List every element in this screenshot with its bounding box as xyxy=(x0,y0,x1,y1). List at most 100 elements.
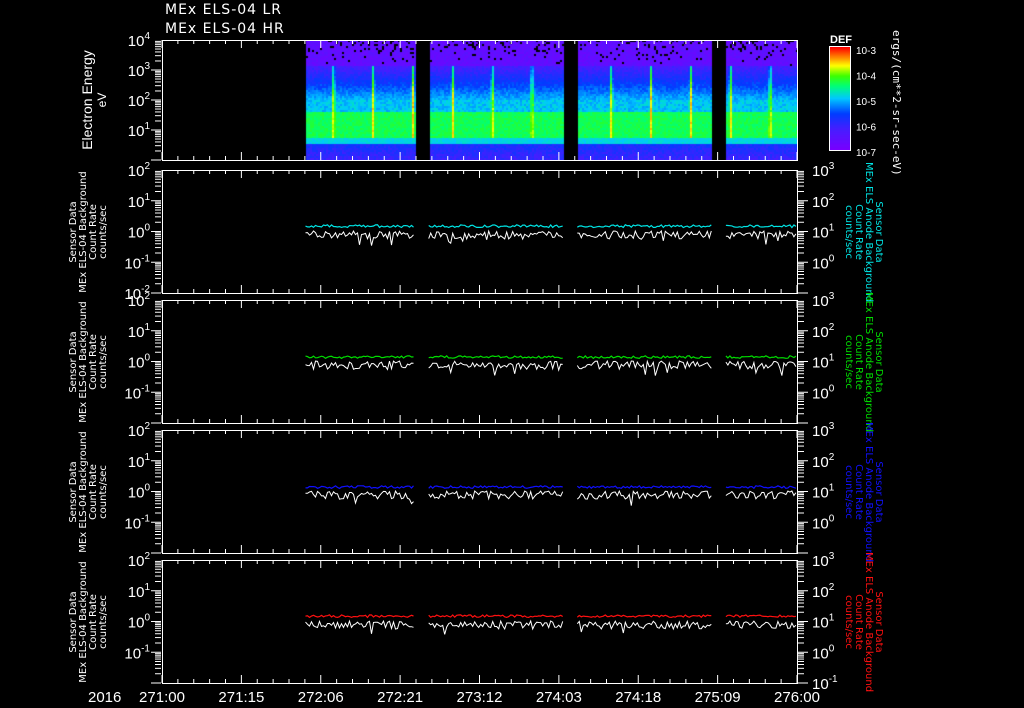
plot-window: MEx ELS-04 LR MEx ELS-04 HR DEF 10-3 10-4 1… xyxy=(0,0,1024,708)
colorbar-tick-label: 10-6 xyxy=(856,123,876,134)
panel-cyan-white-series xyxy=(428,229,564,245)
panel-green-green-series xyxy=(428,354,563,359)
panel-cyan-frame xyxy=(162,170,798,294)
panel-cyan-right-label: 103 xyxy=(812,161,835,180)
panel-cyan-white-series xyxy=(305,230,414,246)
panel-blue-left-label: 100 xyxy=(128,483,151,502)
year-label: 2016 xyxy=(88,689,121,706)
panel-cyan-left-label: 101 xyxy=(128,192,151,211)
panel-blue-left-label: 101 xyxy=(128,452,151,471)
panel-green-green-series xyxy=(305,355,414,360)
panel-red-white-series xyxy=(576,619,712,634)
panel-cyan-left-label: 10-1 xyxy=(124,253,150,272)
panel-green-white-series xyxy=(725,360,797,376)
x-tick-label: 276:00 xyxy=(774,689,820,706)
colorbar-frame xyxy=(829,46,851,151)
panel-cyan-right-label: 102 xyxy=(812,192,835,211)
x-tick-label: 274:03 xyxy=(536,689,582,706)
x-tick-label: 272:21 xyxy=(377,689,423,706)
panel-cyan-cyan-series xyxy=(577,224,712,229)
spectrogram-ylabel: Electron Energy xyxy=(79,50,95,150)
panel-green-white-series xyxy=(576,359,712,376)
panel-red-red-series xyxy=(428,614,564,619)
panel-green-white-series xyxy=(428,360,563,376)
colorbar-tick-label: 10-4 xyxy=(856,72,876,83)
x-tick-label: 274:18 xyxy=(615,689,661,706)
panel-red-right-label: 100 xyxy=(812,643,835,662)
panel-blue-white-series xyxy=(576,489,712,506)
panel-blue-right-label: 101 xyxy=(812,483,835,502)
x-tick-label: 272:06 xyxy=(298,689,344,706)
panel-green-green-series xyxy=(725,354,797,359)
colorbar-tick-label: 10-5 xyxy=(856,97,876,108)
panel-red-white-series xyxy=(428,619,564,635)
panel-cyan-left-axis-label: counts/sec xyxy=(98,205,109,259)
panel-green-left-label: 101 xyxy=(128,322,151,341)
panel-red-frame xyxy=(162,560,798,684)
panel-red-left-label: 10-1 xyxy=(124,643,150,662)
plot-axes: DEF 10-3 10-4 10-5 10-6 10-7 ergs/(cm**2-sr-se… xyxy=(68,30,903,706)
panel-cyan-right-label: 101 xyxy=(812,223,835,242)
panel-red-right-label: 101 xyxy=(812,613,835,632)
panel-red-white-series xyxy=(305,619,414,634)
spectrogram-y-label: 101 xyxy=(128,121,151,140)
panel-blue-blue-series xyxy=(725,485,797,490)
panel-red-left-label: 101 xyxy=(128,582,151,601)
panel-blue-left-axis-label: counts/sec xyxy=(98,465,109,519)
panel-red-right-label: 103 xyxy=(812,551,835,570)
panel-blue-right-label: 100 xyxy=(812,513,835,532)
panel-cyan-right-axis-label: counts/sec xyxy=(843,205,854,259)
panel-green-left-label: 102 xyxy=(128,291,151,310)
panel-cyan-cyan-series xyxy=(428,224,563,229)
x-tick-label: 271:15 xyxy=(218,689,264,706)
panel-cyan-white-series xyxy=(577,229,712,241)
panel-green-left-axis-label: counts/sec xyxy=(98,335,109,389)
panel-cyan-left-label: 100 xyxy=(128,223,151,242)
panel-green-right-label: 100 xyxy=(812,383,835,402)
panel-green-right-label: 103 xyxy=(812,291,835,310)
panel-blue-right-label: 103 xyxy=(812,421,835,440)
panel-red-red-series xyxy=(725,614,796,618)
panel-red-white-series xyxy=(725,620,797,629)
panel-blue-left-label: 102 xyxy=(128,421,151,440)
colorbar-tick-label: 10-3 xyxy=(856,46,876,57)
x-tick-label: 273:12 xyxy=(457,689,503,706)
panel-blue-left-label: 10-1 xyxy=(124,513,150,532)
panel-blue-white-series xyxy=(428,489,564,501)
panel-green-right-label: 101 xyxy=(812,353,835,372)
panel-cyan-left-label: 102 xyxy=(128,161,151,180)
colorbar-units: ergs/(cm**2-sr-sec-eV) xyxy=(890,30,903,176)
x-tick-label: 275:09 xyxy=(695,689,741,706)
panel-green-left-label: 10-1 xyxy=(124,383,150,402)
panel-cyan-right-label: 100 xyxy=(812,253,835,272)
panel-red-red-series xyxy=(576,614,712,619)
panel-red-red-series xyxy=(305,614,414,619)
colorbar-label: DEF xyxy=(830,34,852,46)
panel-green-white-series xyxy=(305,360,414,371)
panel-red-right-axis-label: counts/sec xyxy=(843,595,854,649)
panel-red-left-label: 100 xyxy=(128,613,151,632)
colorbar-tick-label: 10-7 xyxy=(856,148,876,159)
panel-blue-white-series xyxy=(305,489,414,505)
spectrogram-frame xyxy=(162,40,798,161)
panel-cyan-cyan-series xyxy=(305,224,414,229)
panel-red-left-axis-label: counts/sec xyxy=(98,595,109,649)
panel-green-right-axis-label: counts/sec xyxy=(843,335,854,389)
panel-blue-white-series xyxy=(725,490,797,500)
panel-blue-blue-series xyxy=(305,485,414,490)
panel-blue-blue-series xyxy=(576,484,712,490)
panel-blue-right-axis-label: counts/sec xyxy=(843,465,854,519)
panel-blue-blue-series xyxy=(428,484,563,490)
panel-green-frame xyxy=(162,300,798,424)
panel-cyan-white-series xyxy=(725,229,797,245)
panel-cyan-cyan-series xyxy=(725,224,797,229)
panel-blue-right-label: 102 xyxy=(812,452,835,471)
spectrogram-y-label: 104 xyxy=(128,31,151,50)
panel-green-right-label: 102 xyxy=(812,322,835,341)
spectrogram-yunits: eV xyxy=(95,93,109,108)
panel-red-left-label: 102 xyxy=(128,551,151,570)
panel-red-right-label: 102 xyxy=(812,582,835,601)
panel-green-left-label: 100 xyxy=(128,353,151,372)
spectrogram-y-label: 103 xyxy=(128,61,151,80)
panel-green-green-series xyxy=(576,355,712,360)
